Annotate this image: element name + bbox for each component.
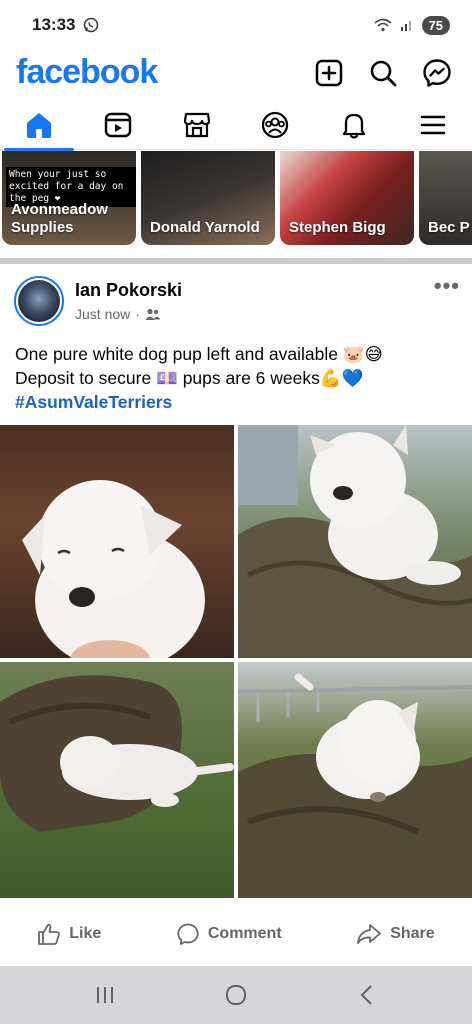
home-button-icon[interactable] (224, 983, 248, 1007)
share-button[interactable]: Share (356, 922, 435, 946)
post-timestamp[interactable]: Just now (75, 306, 130, 322)
story-name: Avonmeadow Supplies (11, 200, 108, 237)
share-arrow-icon (357, 924, 382, 944)
puppy-photo-image (238, 425, 472, 658)
puppy-photo-image (238, 673, 472, 898)
avatar[interactable] (14, 276, 64, 326)
post-author[interactable]: Ian Pokorski (75, 280, 182, 301)
battery-indicator: 75 (421, 15, 450, 35)
share-label: Share (390, 925, 435, 942)
status-time: 13:33 (32, 15, 76, 34)
plus-square-icon (315, 59, 343, 86)
meta-separator: · (135, 306, 140, 322)
recent-apps-icon[interactable] (93, 984, 117, 1006)
post-text: One pure white dog pup left and availabl… (15, 342, 460, 414)
like-label: Like (69, 925, 102, 942)
post-options-button[interactable]: ••• (434, 275, 460, 332)
stories-tray: When your just so excited for a day on t… (0, 151, 472, 247)
story-card[interactable]: When your just so excited for a day on t… (2, 151, 136, 245)
groups-icon (262, 111, 289, 138)
friends-audience-icon (145, 308, 161, 320)
story-name: Donald Yarnold (150, 219, 260, 237)
tab-groups[interactable] (236, 100, 314, 150)
video-icon (104, 112, 132, 137)
story-card[interactable]: Donald Yarnold (141, 151, 275, 245)
hamburger-menu-icon (420, 115, 445, 134)
whatsapp-icon (84, 17, 99, 33)
like-button[interactable]: Like (37, 922, 101, 946)
post-meta: Just now · (75, 306, 182, 322)
marketplace-icon (183, 112, 210, 137)
status-bar: 13:33 75 (0, 0, 472, 50)
post-header: Ian Pokorski Just now · ••• (14, 275, 460, 332)
wifi-icon (374, 18, 392, 32)
messenger-button[interactable] (418, 54, 456, 92)
post-photo[interactable] (238, 662, 472, 898)
home-icon (27, 112, 52, 138)
back-icon[interactable] (355, 983, 379, 1007)
signal-icon (400, 21, 411, 31)
post-text-line: Deposit to secure 💷 pups are 6 weeks💪💙 (15, 368, 364, 388)
story-name: Stephen Bigg (289, 219, 386, 237)
post-actions: Like Comment Share (0, 905, 472, 963)
messenger-icon (423, 58, 451, 87)
app-header: facebook (0, 50, 472, 95)
post-photo[interactable] (0, 425, 234, 658)
comment-label: Comment (207, 925, 282, 942)
main-nav (0, 100, 472, 151)
puppy-photo-image (0, 675, 234, 832)
search-button[interactable] (364, 54, 402, 92)
tab-video[interactable] (79, 100, 157, 150)
feed-divider (0, 258, 472, 264)
tab-menu[interactable] (394, 100, 472, 150)
tab-marketplace[interactable] (158, 100, 236, 150)
story-name: Bec P (428, 219, 470, 237)
tab-notifications[interactable] (315, 100, 393, 150)
story-card[interactable]: Bec P (419, 151, 472, 245)
post-hashtag[interactable]: #AsumValeTerriers (15, 390, 460, 414)
thumbs-up-icon (38, 923, 61, 945)
post-photo[interactable] (238, 425, 472, 658)
comment-button[interactable]: Comment (176, 922, 282, 946)
story-card[interactable]: Stephen Bigg (280, 151, 414, 245)
post-text-line: One pure white dog pup left and availabl… (15, 344, 383, 364)
comment-icon (177, 923, 199, 945)
bell-icon (342, 113, 366, 139)
system-navigation-bar (0, 966, 472, 1024)
facebook-logo[interactable]: facebook (16, 53, 158, 92)
create-button[interactable] (310, 54, 348, 92)
tab-home[interactable] (0, 100, 78, 151)
status-icons: 75 (374, 15, 450, 35)
puppy-photo-image (22, 480, 205, 658)
post-photo[interactable] (0, 662, 234, 898)
search-icon (370, 60, 397, 86)
